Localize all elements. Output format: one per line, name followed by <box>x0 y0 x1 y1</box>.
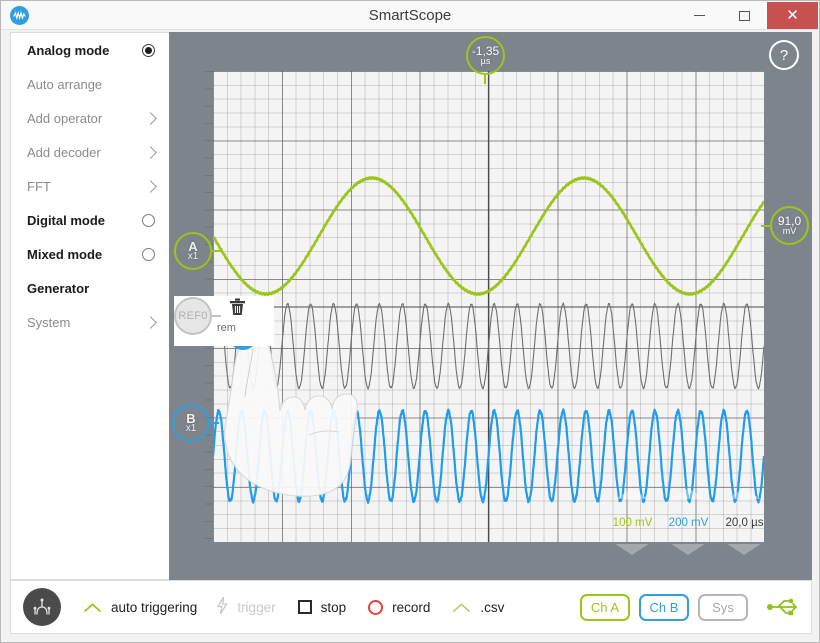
sidebar-item-label: FFT <box>27 179 146 194</box>
sidebar-item-generator[interactable]: Generator <box>11 271 169 305</box>
sidebar-item-label: Add decoder <box>27 145 146 160</box>
sidebar-item-label: System <box>27 315 146 330</box>
smartscope-brand-icon <box>23 588 61 626</box>
smartscope-window: SmartScope ✕ Analog mode Auto arrange Ad… <box>0 0 820 643</box>
question-mark-icon: ? <box>780 47 788 64</box>
chevron-right-icon <box>144 180 157 193</box>
radio-selected-icon[interactable] <box>142 44 155 57</box>
radio-empty-icon[interactable] <box>142 214 155 227</box>
sidebar-item-add-decoder[interactable]: Add decoder <box>11 135 169 169</box>
help-button[interactable]: ? <box>769 40 799 70</box>
channel-button-group: Ch A Ch B Sys <box>580 594 811 621</box>
sidebar-item-add-operator[interactable]: Add operator <box>11 101 169 135</box>
sidebar-item-auto-arrange[interactable]: Auto arrange <box>11 67 169 101</box>
sidebar-item-fft[interactable]: FFT <box>11 169 169 203</box>
voltage-cursor-connector <box>761 225 770 227</box>
time-scale-chip[interactable]: 20,0 µs <box>717 505 772 541</box>
lightning-icon <box>217 597 228 617</box>
sidebar-item-analog-mode[interactable]: Analog mode <box>11 33 169 67</box>
ch-b-scale-down-arrow[interactable] <box>671 544 705 555</box>
usb-icon[interactable] <box>767 598 797 616</box>
maximize-icon <box>739 11 750 21</box>
sys-button[interactable]: Sys <box>698 594 748 621</box>
chevron-right-icon <box>144 112 157 125</box>
auto-triggering-label: auto triggering <box>111 600 197 615</box>
sidebar-item-mixed-mode[interactable]: Mixed mode <box>11 237 169 271</box>
sidebar-item-label: Analog mode <box>27 43 142 58</box>
sidebar-item-label: Add operator <box>27 111 146 126</box>
voltage-cursor-unit: mV <box>783 227 797 236</box>
ch-b-scale-chip[interactable]: 200 mV <box>661 505 716 541</box>
time-cursor-badge[interactable]: -1,35 µs <box>466 36 505 75</box>
time-cursor-connector <box>484 75 486 84</box>
square-icon <box>298 600 312 614</box>
caret-up-icon <box>452 603 471 612</box>
remove-label[interactable]: rem <box>217 322 236 334</box>
chevron-right-icon <box>144 146 157 159</box>
bottom-toolbar: auto triggering trigger stop record .csv… <box>10 580 812 634</box>
stop-label: stop <box>321 600 347 615</box>
ch-a-scale-up-arrow[interactable] <box>615 488 649 499</box>
channel-a-badge[interactable]: A x1 <box>174 232 212 270</box>
ch-b-button[interactable]: Ch B <box>639 594 689 621</box>
waveform-canvas <box>213 71 764 542</box>
trigger-button[interactable]: trigger <box>217 597 275 617</box>
channel-b-probe: x1 <box>186 424 197 434</box>
close-icon: ✕ <box>786 8 799 23</box>
maximize-button[interactable] <box>722 2 767 29</box>
ch-b-scale-up-arrow[interactable] <box>671 488 705 499</box>
radio-empty-icon[interactable] <box>142 248 155 261</box>
record-button[interactable]: record <box>368 600 430 615</box>
title-bar: SmartScope ✕ <box>1 1 819 30</box>
ch-a-scale-chip[interactable]: 100 mV <box>605 505 660 541</box>
sidebar-item-label: Auto arrange <box>27 77 155 92</box>
close-button[interactable]: ✕ <box>767 2 818 29</box>
sidebar-item-system[interactable]: System <box>11 305 169 339</box>
time-scale-up-arrow[interactable] <box>727 488 761 499</box>
sidebar-item-label: Digital mode <box>27 213 142 228</box>
scope-display[interactable]: REF0 rem -1,35 µs 91,0 mV A x1 B <box>169 32 812 580</box>
circle-icon <box>368 600 383 615</box>
sidebar: Analog mode Auto arrange Add operator Ad… <box>10 32 169 580</box>
sidebar-item-label: Mixed mode <box>27 247 142 262</box>
chevron-right-icon <box>144 316 157 329</box>
channel-a-probe: x1 <box>188 252 199 262</box>
sidebar-item-label: Generator <box>27 281 155 296</box>
minimize-button[interactable] <box>677 2 722 29</box>
csv-export-label: .csv <box>480 600 504 615</box>
channel-b-connector <box>210 422 219 424</box>
voltage-cursor-badge[interactable]: 91,0 mV <box>770 206 809 245</box>
ch-a-button[interactable]: Ch A <box>580 594 630 621</box>
sidebar-item-digital-mode[interactable]: Digital mode <box>11 203 169 237</box>
stop-button[interactable]: stop <box>298 600 347 615</box>
time-scale-down-arrow[interactable] <box>727 544 761 555</box>
reference-trace-badge[interactable]: REF0 <box>174 297 212 335</box>
minimize-icon <box>694 15 705 16</box>
csv-export-button[interactable]: .csv <box>452 600 504 615</box>
trigger-label: trigger <box>237 600 275 615</box>
time-cursor-unit: µs <box>481 57 491 66</box>
auto-triggering-button[interactable]: auto triggering <box>83 600 197 615</box>
channel-b-badge[interactable]: B x1 <box>172 404 210 442</box>
reference-badge-connector <box>212 315 221 317</box>
trash-icon[interactable] <box>229 298 246 316</box>
ch-a-scale-down-arrow[interactable] <box>615 544 649 555</box>
caret-up-icon <box>83 603 102 612</box>
record-label: record <box>392 600 430 615</box>
channel-a-connector <box>212 250 221 252</box>
